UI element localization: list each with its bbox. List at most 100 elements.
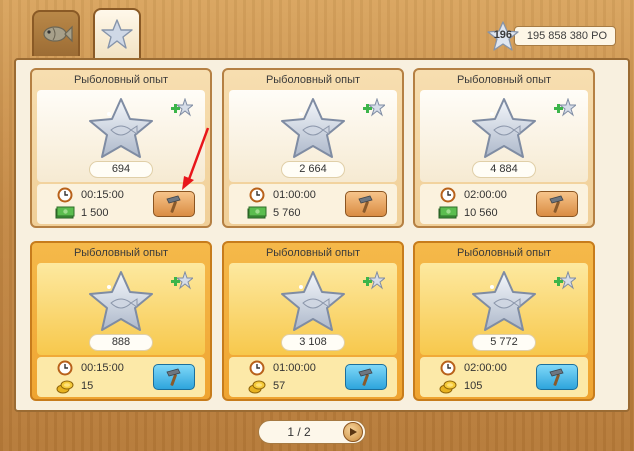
plus-star-icon: [171, 271, 193, 290]
hammer-icon: [166, 368, 181, 386]
time-row: 02:00:00: [438, 360, 507, 376]
reward-amount: 4 884: [472, 161, 536, 178]
currency-display: 196 195 858 380 PO: [486, 21, 616, 51]
cost-row: 10 560: [438, 205, 498, 221]
duration-text: 02:00:00: [464, 189, 507, 201]
cash-icon: [438, 206, 458, 219]
duration-text: 01:00:00: [273, 189, 316, 201]
card-footer: 00:15:00 1 500: [37, 184, 205, 224]
pagination: 1 / 2: [258, 420, 366, 444]
offer-card: Рыболовный опыт 2 664 01:00:00 5 760: [222, 68, 404, 228]
cost-text: 105: [464, 380, 483, 392]
plus-star-icon: [363, 98, 385, 117]
time-row: 01:00:00: [247, 360, 316, 376]
hammer-button[interactable]: [153, 191, 195, 217]
card-reward-area: 2 664: [229, 90, 397, 182]
reward-amount: 2 664: [281, 161, 345, 178]
experience-star-icon: [472, 271, 536, 331]
bottom-bar: 1 / 2: [0, 412, 634, 451]
hammer-button[interactable]: [345, 191, 387, 217]
cost-text: 10 560: [464, 207, 498, 219]
hammer-icon: [166, 195, 181, 213]
reward-amount: 5 772: [472, 334, 536, 351]
card-reward-area: 5 772: [420, 263, 588, 355]
offer-card: Рыболовный опыт 5 772 02:00:00 105: [413, 241, 595, 401]
duration-text: 01:00:00: [273, 362, 316, 374]
clock-icon: [249, 360, 265, 376]
level-value: 196: [493, 29, 513, 41]
card-footer: 02:00:00 10 560: [420, 184, 588, 224]
duration-text: 02:00:00: [464, 362, 507, 374]
clock-icon: [440, 360, 456, 376]
card-title: Рыболовный опыт: [265, 247, 361, 259]
gold-coins-icon: [439, 380, 457, 394]
clock-icon: [440, 187, 456, 203]
tab-experience[interactable]: [93, 8, 141, 58]
clock-icon: [249, 187, 265, 203]
cost-text: 5 760: [273, 207, 301, 219]
time-row: 00:15:00: [55, 187, 124, 203]
time-row: 02:00:00: [438, 187, 507, 203]
plus-star-icon: [363, 271, 385, 290]
fish-icon: [43, 25, 73, 43]
star-icon: [101, 19, 133, 49]
experience-star-icon: [89, 98, 153, 158]
hammer-icon: [358, 195, 373, 213]
time-row: 00:15:00: [55, 360, 124, 376]
cost-text: 57: [273, 380, 286, 392]
card-title: Рыболовный опыт: [456, 247, 552, 259]
plus-star-icon: [554, 98, 576, 117]
hammer-icon: [549, 368, 564, 386]
card-reward-area: 694: [37, 90, 205, 182]
card-reward-area: 3 108: [229, 263, 397, 355]
tab-fish[interactable]: [32, 10, 80, 56]
duration-text: 00:15:00: [81, 362, 124, 374]
next-page-button[interactable]: [343, 422, 363, 442]
hammer-button[interactable]: [153, 364, 195, 390]
hammer-icon: [358, 368, 373, 386]
experience-star-icon: [281, 98, 345, 158]
experience-star-icon: [89, 271, 153, 331]
cash-icon: [247, 206, 267, 219]
plus-star-icon: [554, 271, 576, 290]
cost-row: 105: [438, 378, 482, 394]
card-title: Рыболовный опыт: [73, 247, 169, 259]
currency-value: 195 858 380 PO: [513, 26, 616, 46]
clock-icon: [57, 360, 73, 376]
top-bar: 196 195 858 380 PO: [0, 0, 634, 60]
card-footer: 00:15:00 15: [37, 357, 205, 397]
cost-row: 15: [55, 378, 93, 394]
cost-text: 15: [81, 380, 94, 392]
duration-text: 00:15:00: [81, 189, 124, 201]
plus-star-icon: [171, 98, 193, 117]
experience-star-icon: [472, 98, 536, 158]
offer-card: Рыболовный опыт 4 884 02:00:00 10 560: [413, 68, 595, 228]
experience-star-icon: [281, 271, 345, 331]
clock-icon: [57, 187, 73, 203]
card-reward-area: 4 884: [420, 90, 588, 182]
gold-coins-icon: [56, 380, 74, 394]
reward-amount: 888: [89, 334, 153, 351]
offer-card: Рыболовный опыт 3 108 01:00:00 57: [222, 241, 404, 401]
page-indicator: 1 / 2: [287, 425, 311, 439]
reward-amount: 694: [89, 161, 153, 178]
cost-row: 5 760: [247, 205, 301, 221]
hammer-button[interactable]: [536, 364, 578, 390]
offer-card: Рыболовный опыт 694 00:15:00 1 500: [30, 68, 212, 228]
card-reward-area: 888: [37, 263, 205, 355]
reward-amount: 3 108: [281, 334, 345, 351]
card-title: Рыболовный опыт: [73, 74, 169, 86]
level-badge: 196: [486, 21, 520, 51]
time-row: 01:00:00: [247, 187, 316, 203]
play-arrow-icon: [350, 428, 357, 436]
hammer-button[interactable]: [345, 364, 387, 390]
hammer-icon: [549, 195, 564, 213]
hammer-button[interactable]: [536, 191, 578, 217]
card-title: Рыболовный опыт: [456, 74, 552, 86]
cash-icon: [55, 206, 75, 219]
card-title: Рыболовный опыт: [265, 74, 361, 86]
cost-row: 57: [247, 378, 285, 394]
card-footer: 02:00:00 105: [420, 357, 588, 397]
offer-card: Рыболовный опыт 888 00:15:00 15: [30, 241, 212, 401]
gold-coins-icon: [248, 380, 266, 394]
